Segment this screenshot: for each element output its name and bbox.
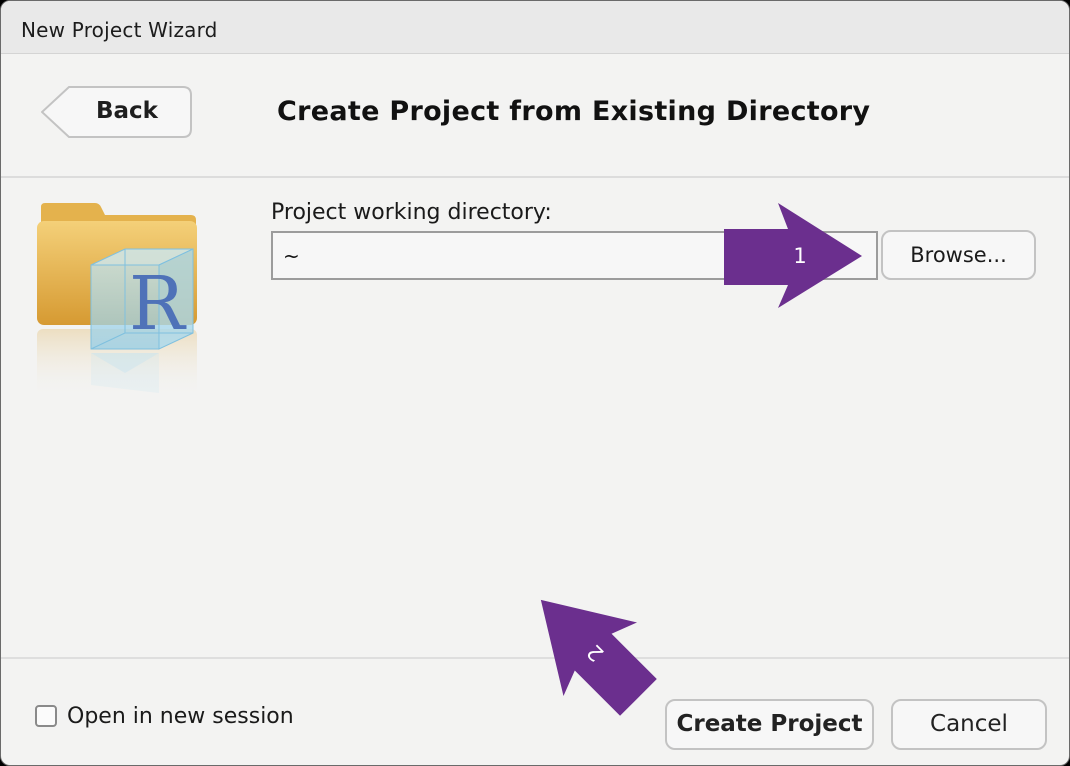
project-directory-input[interactable] <box>271 231 878 280</box>
cancel-button[interactable]: Cancel <box>891 699 1047 750</box>
back-button-label: Back <box>96 98 158 124</box>
wizard-header: Back Create Project from Existing Direct… <box>1 54 1069 178</box>
page-title: Create Project from Existing Directory <box>277 96 871 127</box>
open-new-session-label: Open in new session <box>67 704 294 729</box>
window-title: New Project Wizard <box>21 18 218 42</box>
new-project-wizard-dialog: New Project Wizard Back Create Project f… <box>0 0 1070 766</box>
create-project-button[interactable]: Create Project <box>665 699 874 750</box>
footer-divider <box>1 657 1069 659</box>
back-button[interactable]: Back <box>41 86 193 138</box>
r-folder-icon: R <box>31 197 231 409</box>
title-bar: New Project Wizard <box>1 1 1069 54</box>
browse-button[interactable]: Browse... <box>881 230 1036 280</box>
project-directory-label: Project working directory: <box>271 200 552 225</box>
open-new-session-checkbox[interactable] <box>35 705 57 727</box>
svg-text:R: R <box>129 261 187 347</box>
